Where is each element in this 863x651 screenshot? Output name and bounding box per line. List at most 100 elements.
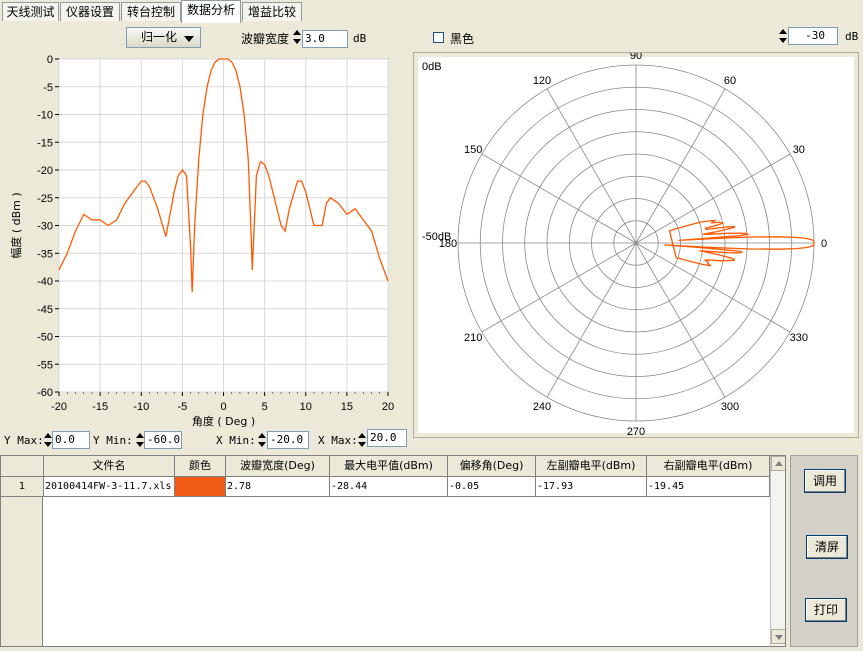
tab-instrument-settings[interactable]: 仪器设置: [60, 2, 120, 21]
polar-angle-label: 240: [533, 401, 551, 413]
polar-min-spinner[interactable]: [779, 27, 787, 47]
print-button[interactable]: 打印: [805, 598, 847, 622]
cell-right-sidelobe[interactable]: -19.45: [647, 477, 770, 497]
polar-chart-panel: 0 30 60 90 120 150 180 210 240 270 300 330 0dB -50dB: [413, 50, 859, 438]
clear-button[interactable]: 清屏: [806, 535, 848, 559]
x-tick-label: 0: [220, 401, 226, 413]
tab-data-analysis[interactable]: 数据分析: [181, 0, 241, 23]
results-table: 文件名 颜色 波瓣宽度(Deg) 最大电平值(dBm) 偏移角(Deg) 左副瓣…: [0, 455, 786, 647]
polar-inner-db-label: -50dB: [422, 231, 451, 243]
x-tick-label: -15: [92, 401, 108, 413]
ymin-spinner[interactable]: [136, 431, 144, 451]
scroll-up-button[interactable]: [771, 456, 785, 471]
spin-up-icon[interactable]: [258, 433, 266, 438]
polar-angle-label: 210: [464, 332, 482, 344]
xmax-label: X Max:: [318, 434, 358, 447]
tab-bar: 天线测试 仪器设置 转台控制 数据分析 增益比较: [0, 0, 863, 23]
spin-down-icon[interactable]: [136, 442, 144, 447]
x-tick-label: 15: [341, 401, 353, 413]
normalize-dropdown[interactable]: 归一化: [126, 27, 201, 48]
polar-min-unit: dB: [845, 30, 859, 43]
normalize-dropdown-value: 归一化: [141, 30, 178, 44]
y-tick-label: -45: [37, 304, 53, 316]
beamwidth-spinner[interactable]: [293, 28, 301, 48]
y-tick-label: -50: [37, 332, 53, 344]
polar-chart: 03060901201501802102402703003300dB-50dB: [418, 50, 854, 438]
y-tick-label: -55: [37, 359, 53, 371]
spin-up-icon[interactable]: [293, 30, 301, 35]
scroll-down-button[interactable]: [771, 629, 785, 644]
polar-angle-label: 270: [627, 426, 645, 437]
load-button[interactable]: 调用: [804, 469, 846, 493]
table-vertical-scrollbar[interactable]: [770, 456, 785, 646]
spin-up-icon[interactable]: [779, 29, 787, 34]
xmin-spinner[interactable]: [258, 431, 266, 451]
corner-header: [1, 456, 44, 477]
ymax-spinner[interactable]: [44, 431, 52, 451]
rect-chart: -20 -15 -10 -5 0 5 10 15 200-5-10-15-20-25-30-35…: [9, 54, 394, 428]
spin-down-icon[interactable]: [779, 38, 787, 43]
cell-left-sidelobe[interactable]: -17.93: [536, 477, 647, 497]
row-index: 1: [1, 477, 44, 497]
beamwidth-unit: dB: [353, 32, 367, 45]
arrow-down-icon: [775, 635, 783, 640]
y-axis-label: 幅度 ( dBm ): [9, 192, 23, 258]
x-tick-label: 20: [382, 401, 394, 413]
tab-turntable-control[interactable]: 转台控制: [121, 2, 181, 21]
col-header-color[interactable]: 颜色: [175, 456, 226, 477]
tab-antenna-test[interactable]: 天线测试: [2, 2, 59, 21]
spin-up-icon[interactable]: [44, 433, 52, 438]
y-tick-label: 0: [47, 54, 53, 66]
polar-angle-label: 300: [721, 401, 739, 413]
y-tick-label: -60: [37, 387, 53, 399]
cell-max-level[interactable]: -28.44: [330, 477, 448, 497]
cell-file[interactable]: 20100414FW-3-11.7.xls: [44, 477, 175, 497]
y-tick-label: -25: [37, 193, 53, 205]
xmax-input[interactable]: 20.0: [367, 429, 407, 447]
cell-offset[interactable]: -0.05: [448, 477, 536, 497]
x-tick-label: -20: [51, 401, 67, 413]
polar-min-input[interactable]: -30: [788, 27, 838, 45]
polar-angle-label: 120: [533, 75, 551, 87]
polar-angle-label: 0: [821, 238, 827, 250]
ymin-input[interactable]: -60.0: [144, 431, 182, 449]
spin-up-icon[interactable]: [358, 433, 366, 438]
ymax-input[interactable]: 0.0: [52, 431, 90, 449]
ymin-label: Y Min:: [93, 434, 133, 447]
col-header-file[interactable]: 文件名: [44, 456, 175, 477]
col-header-left-sidelobe[interactable]: 左副瓣电平(dBm): [536, 456, 647, 477]
x-tick-label: 10: [300, 401, 312, 413]
spin-down-icon[interactable]: [258, 442, 266, 447]
polar-angle-label: 90: [630, 53, 642, 62]
y-tick-label: -15: [37, 137, 53, 149]
spin-up-icon[interactable]: [136, 433, 144, 438]
y-tick-label: -20: [37, 165, 53, 177]
tab-gain-compare[interactable]: 增益比较: [242, 2, 302, 21]
xmin-input[interactable]: -20.0: [267, 431, 309, 449]
spin-down-icon[interactable]: [293, 39, 301, 44]
col-header-beamwidth[interactable]: 波瓣宽度(Deg): [226, 456, 330, 477]
x-tick-label: 5: [262, 401, 268, 413]
y-tick-label: -30: [37, 221, 53, 233]
cell-beamwidth[interactable]: 2.78: [226, 477, 330, 497]
beamwidth-input[interactable]: 3.0: [302, 30, 348, 48]
y-tick-label: -10: [37, 110, 53, 122]
col-header-right-sidelobe[interactable]: 右副瓣电平(dBm): [647, 456, 770, 477]
ymax-label: Y Max:: [4, 434, 44, 447]
x-axis-label: 角度 ( Deg ): [192, 414, 255, 428]
y-tick-label: -5: [43, 82, 53, 94]
xmin-label: X Min:: [216, 434, 256, 447]
polar-outer-db-label: 0dB: [422, 61, 442, 73]
col-header-max-level[interactable]: 最大电平值(dBm): [330, 456, 448, 477]
y-tick-label: -40: [37, 276, 53, 288]
col-header-offset[interactable]: 偏移角(Deg): [448, 456, 536, 477]
polar-angle-label: 150: [464, 144, 482, 156]
black-checkbox[interactable]: [433, 32, 444, 43]
cell-color-swatch[interactable]: [175, 477, 226, 497]
arrow-up-icon: [775, 461, 783, 466]
y-tick-label: -35: [37, 248, 53, 260]
spin-down-icon[interactable]: [44, 442, 52, 447]
rect-chart-panel: -20 -15 -10 -5 0 5 10 15 20 0 -5 -10 -15 -20 -25 -30 -35…: [0, 50, 408, 429]
spin-down-icon[interactable]: [358, 442, 366, 447]
xmax-spinner[interactable]: [358, 431, 366, 451]
